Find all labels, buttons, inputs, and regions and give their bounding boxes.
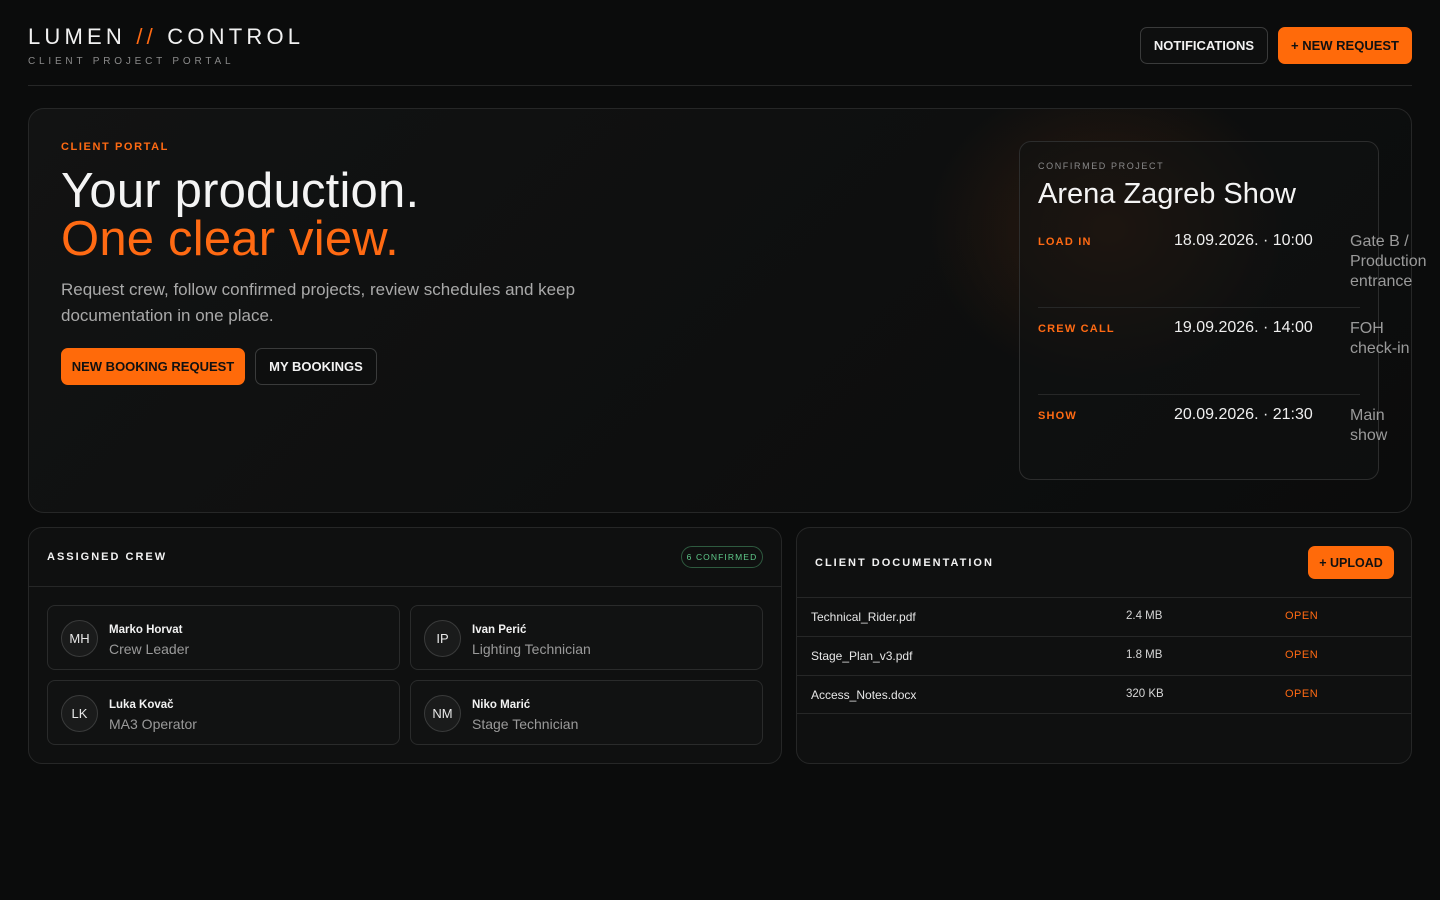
new-request-button[interactable]: + NEW REQUEST (1278, 27, 1412, 64)
crew-member-card[interactable]: LK Luka Kovač MA3 Operator (47, 680, 400, 745)
schedule-time: 19.09.2026. · 14:00 (1174, 319, 1313, 336)
open-file-link[interactable]: OPEN (1285, 649, 1318, 661)
documents-table: Technical_Rider.pdf 2.4 MB OPEN Stage_Pl… (797, 597, 1411, 714)
upload-button[interactable]: + UPLOAD (1308, 546, 1394, 579)
brand-name-left: LUMEN (28, 24, 127, 49)
brand-tagline: CLIENT PROJECT PORTAL (28, 56, 235, 67)
crew-member-name: Ivan Perić (472, 624, 527, 636)
avatar: NM (424, 695, 461, 732)
divider (29, 586, 781, 587)
schedule-location: FOH check-in (1350, 320, 1410, 357)
crew-member-role: Lighting Technician (472, 641, 591, 657)
open-file-link[interactable]: OPEN (1285, 610, 1318, 622)
crew-member-card[interactable]: MH Marko Horvat Crew Leader (47, 605, 400, 670)
new-booking-request-button[interactable]: NEW BOOKING REQUEST (61, 348, 245, 385)
schedule-row: CREW CALL 19.09.2026. · 14:00 FOH check-… (1038, 319, 1410, 395)
confirmed-count-badge: 6 CONFIRMED (681, 546, 763, 568)
file-name: Stage_Plan_v3.pdf (811, 649, 913, 663)
confirmed-project-card: CONFIRMED PROJECT Arena Zagreb Show LOAD… (1019, 141, 1427, 480)
notifications-button[interactable]: NOTIFICATIONS (1140, 27, 1268, 64)
docs-panel-title: CLIENT DOCUMENTATION (815, 557, 994, 569)
avatar: MH (61, 620, 98, 657)
my-bookings-button[interactable]: MY BOOKINGS (255, 348, 377, 385)
crew-member-name: Niko Marić (472, 699, 531, 711)
hero-description: Request crew, follow confirmed projects,… (61, 280, 576, 325)
file-size: 2.4 MB (1126, 610, 1163, 622)
schedule-time: 18.09.2026. · 10:00 (1174, 232, 1313, 249)
schedule-location: Main show (1350, 407, 1388, 444)
file-size: 1.8 MB (1126, 649, 1163, 661)
crew-member-card[interactable]: IP Ivan Perić Lighting Technician (410, 605, 763, 670)
assigned-crew-panel: ASSIGNED CREW 6 CONFIRMED MH Marko Horva… (28, 527, 782, 764)
schedule-row: LOAD IN 18.09.2026. · 10:00 Gate B / Pro… (1038, 232, 1427, 308)
table-row: Stage_Plan_v3.pdf 1.8 MB OPEN (797, 636, 1411, 675)
crew-member-card[interactable]: NM Niko Marić Stage Technician (410, 680, 763, 745)
crew-member-name: Luka Kovač (109, 699, 174, 711)
schedule-row: SHOW 20.09.2026. · 21:30 Main show (1038, 406, 1387, 460)
file-size: 320 KB (1126, 688, 1164, 700)
crew-member-role: Stage Technician (472, 716, 579, 732)
brand-logo[interactable]: LUMEN // CONTROL (28, 24, 304, 50)
file-name: Technical_Rider.pdf (811, 610, 916, 624)
schedule-label: SHOW (1038, 410, 1078, 422)
brand-name-right: CONTROL (167, 24, 305, 49)
crew-member-name: Marko Horvat (109, 624, 183, 636)
avatar: LK (61, 695, 98, 732)
file-name: Access_Notes.docx (811, 688, 917, 702)
crew-panel-title: ASSIGNED CREW (47, 551, 168, 563)
schedule-label: LOAD IN (1038, 236, 1092, 248)
schedule-label: CREW CALL (1038, 323, 1115, 335)
client-documentation-panel: CLIENT DOCUMENTATION + UPLOAD Technical_… (796, 527, 1412, 764)
hero-eyebrow: CLIENT PORTAL (61, 141, 169, 153)
hero-section: CLIENT PORTAL Your production. One clear… (28, 108, 1427, 513)
schedule-location: Gate B / Production entrance (1350, 233, 1427, 290)
avatar: IP (424, 620, 461, 657)
open-file-link[interactable]: OPEN (1285, 688, 1318, 700)
table-row: Access_Notes.docx 320 KB OPEN (797, 675, 1411, 714)
schedule-time: 20.09.2026. · 21:30 (1174, 406, 1313, 423)
crew-member-role: MA3 Operator (109, 716, 197, 732)
brand-separator: // (136, 24, 157, 49)
project-title: Arena Zagreb Show (1038, 178, 1296, 210)
project-eyebrow: CONFIRMED PROJECT (1038, 161, 1165, 171)
hero-headline-accent: One clear view. (61, 212, 399, 266)
crew-member-role: Crew Leader (109, 641, 190, 657)
table-row: Technical_Rider.pdf 2.4 MB OPEN (797, 597, 1411, 636)
top-header: LUMEN // CONTROL CLIENT PROJECT PORTAL N… (28, 0, 1412, 86)
